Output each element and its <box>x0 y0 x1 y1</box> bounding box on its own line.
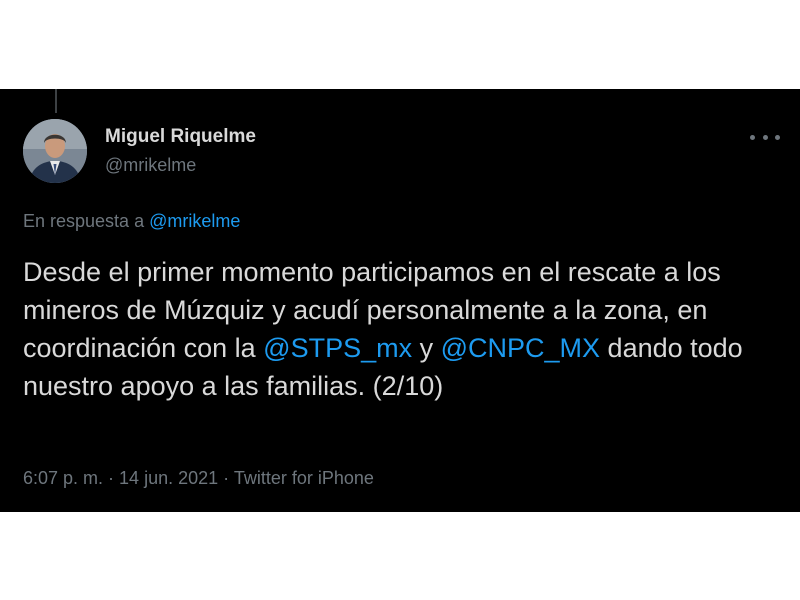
reply-mention-link[interactable]: @mrikelme <box>149 211 240 231</box>
more-options-icon[interactable] <box>750 125 780 149</box>
reply-context: En respuesta a @mrikelme <box>23 211 240 232</box>
avatar[interactable] <box>23 119 87 183</box>
thread-connector-line <box>55 89 57 113</box>
tweet-text-part: y <box>412 333 441 363</box>
reply-prefix: En respuesta a <box>23 211 145 231</box>
tweet-source[interactable]: Twitter for iPhone <box>234 468 374 488</box>
author-handle[interactable]: @mrikelme <box>105 155 196 176</box>
profile-photo-icon <box>23 119 87 183</box>
mention-link-cnpc[interactable]: @CNPC_MX <box>441 333 600 363</box>
meta-separator: · <box>218 468 234 488</box>
tweet-card: Miguel Riquelme @mrikelme En respuesta a… <box>0 89 800 512</box>
tweet-meta: 6:07 p. m. · 14 jun. 2021 · Twitter for … <box>23 468 374 489</box>
meta-separator: · <box>103 468 120 488</box>
dot <box>750 134 755 140</box>
author-name[interactable]: Miguel Riquelme <box>105 126 256 148</box>
dot <box>762 134 768 140</box>
tweet-text: Desde el primer momento participamos en … <box>23 253 783 405</box>
mention-link-stps[interactable]: @STPS_mx <box>263 333 412 363</box>
tweet-time[interactable]: 6:07 p. m. <box>23 468 103 488</box>
dot <box>775 134 780 140</box>
tweet-date[interactable]: 14 jun. 2021 <box>119 468 218 488</box>
